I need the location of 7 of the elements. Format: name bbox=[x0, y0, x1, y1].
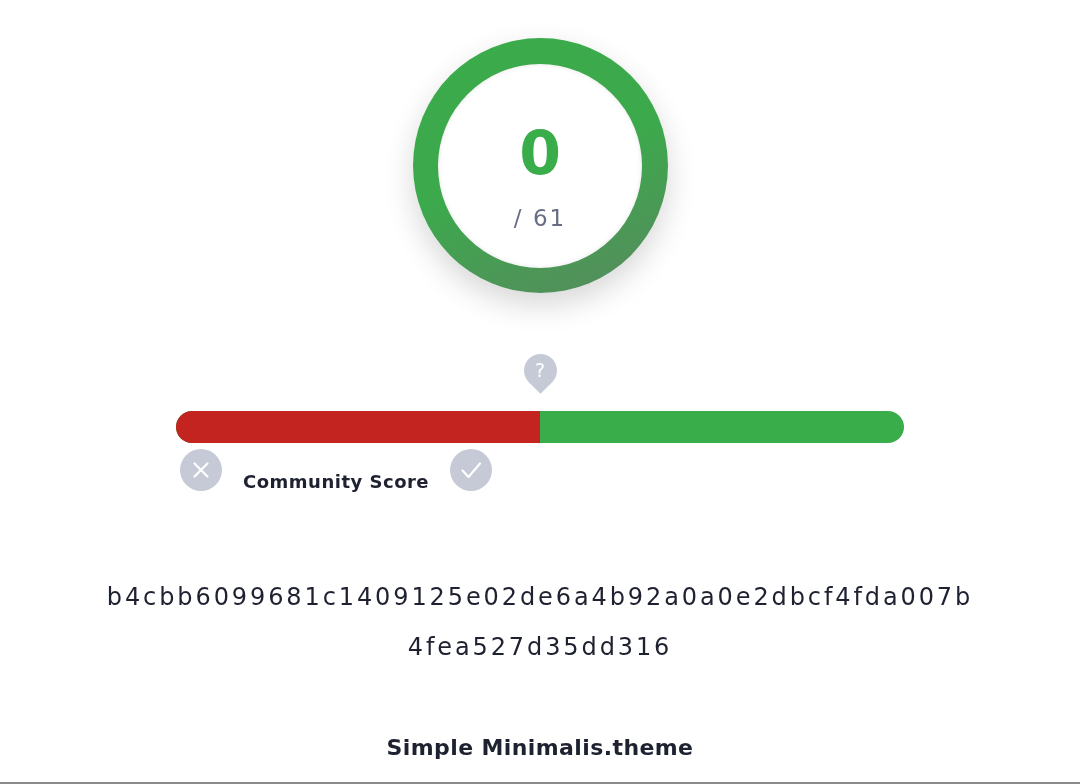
community-score-label: Community Score bbox=[243, 470, 430, 494]
cross-circle-icon[interactable] bbox=[180, 449, 222, 491]
file-hash: b4cbb6099681c1409125e02de6a4b92a0a0e2dbcf4fda007b4fea527d35dd316 bbox=[105, 582, 975, 663]
detection-count: 0 bbox=[519, 125, 561, 180]
engine-total: / 61 bbox=[513, 203, 567, 232]
check-circle-icon[interactable] bbox=[450, 449, 493, 491]
file-name: Simple Minimalis.theme bbox=[386, 734, 694, 762]
